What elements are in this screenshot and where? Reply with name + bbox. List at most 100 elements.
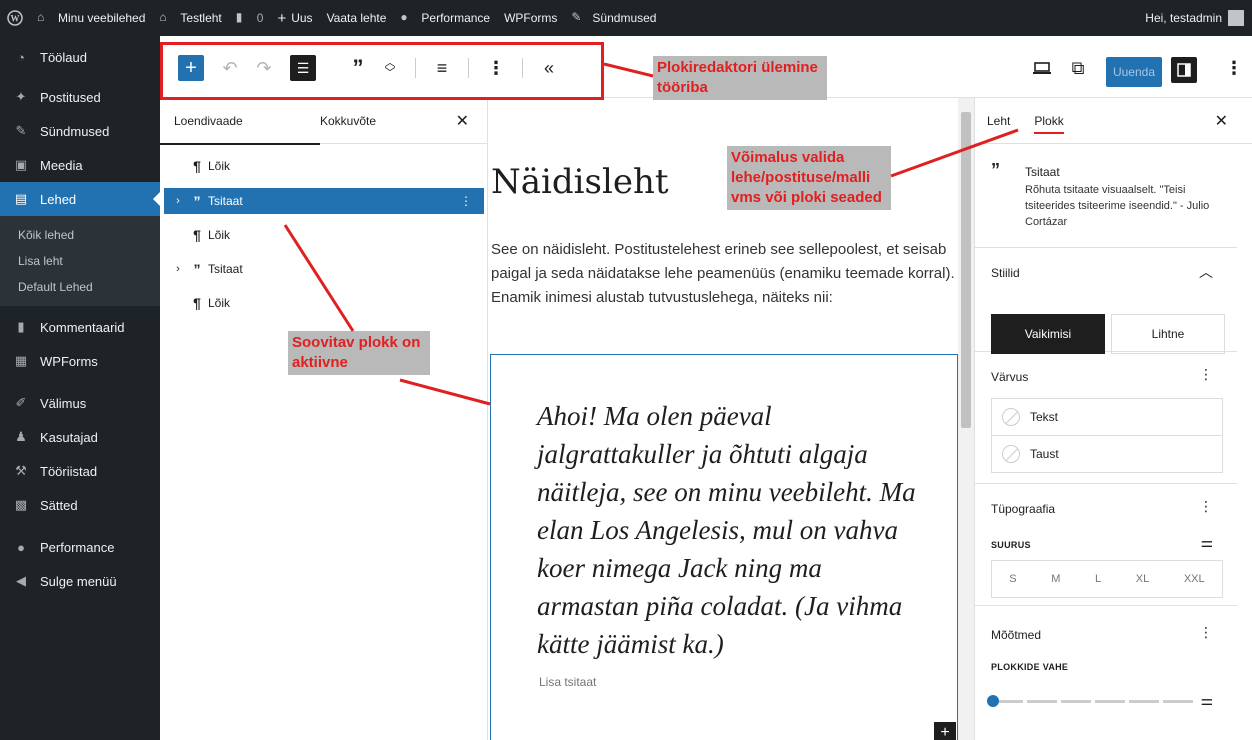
comments-count: 0 [256,11,264,25]
submenu-default-pages[interactable]: Default Lehed [0,274,160,300]
list-item-active[interactable]: › ” Tsitaat ⋮ [164,188,484,214]
more-vertical-icon[interactable]: ⋮ [1199,498,1213,515]
size-option[interactable]: M [1051,573,1060,585]
more-vertical-icon[interactable]: ⋮ [460,194,472,208]
redo-button[interactable]: ↷ [250,56,278,80]
block-inserter-button[interactable]: + [178,55,204,81]
typography-title: Tüpograafia [991,502,1056,516]
wordpress-logo[interactable]: W [0,0,30,36]
close-icon[interactable]: ✕ [456,111,469,131]
update-button[interactable]: Uuenda [1106,57,1162,87]
close-icon[interactable]: ✕ [1215,111,1228,131]
tab-block[interactable]: Plokk [1022,98,1075,144]
citation-input[interactable]: Lisa tsitaat [539,675,596,689]
spacing-slider-track[interactable] [993,700,1193,703]
list-item[interactable]: › ” Tsitaat [164,256,484,282]
settings-panel-toggle[interactable] [1171,57,1197,83]
tab-page[interactable]: Leht [975,98,1022,144]
quote-block[interactable]: Ahoi! Ma olen päeval jalgrattakuller ja … [490,354,958,740]
sidebar-item-performance[interactable]: ● Performance [0,530,160,564]
desktop-icon [1033,62,1051,74]
sidebar-item-comments[interactable]: ▮ Kommentaarid [0,310,160,344]
preview-button[interactable] [1028,56,1056,80]
more-vertical-icon[interactable]: ⋮ [1199,366,1213,383]
sidebar-item-wpforms[interactable]: ▦ WPForms [0,344,160,378]
wpforms-link[interactable]: WPForms [497,0,564,36]
sidebar-item-posts[interactable]: ✦ Postitused [0,80,160,114]
brush-icon: ✐ [15,395,27,410]
settings-sliders-icon[interactable]: ⚌ [1200,692,1213,709]
sidebar-item-events[interactable]: ✎ Sündmused [0,114,160,148]
sidebar-item-settings[interactable]: ▩ Sätted [0,488,160,522]
new-link[interactable]: + Uus [270,0,319,36]
site-name-link[interactable]: ⌂ Minu veebilehed [30,0,152,36]
style-plain-button[interactable]: Lihtne [1111,314,1225,354]
list-item[interactable]: ¶ Lõik [164,153,484,179]
more-vertical-icon[interactable]: ⋮ [1199,624,1213,641]
sidebar-item-tools[interactable]: ⚒ Tööriistad [0,454,160,488]
quote-text[interactable]: Ahoi! Ma olen päeval jalgrattakuller ja … [537,397,917,663]
typography-panel: Tüpograafia ⋮ SUURUS ⚌ S M L XL XXL [975,484,1237,606]
size-option[interactable]: L [1095,573,1101,585]
forms-icon: ▦ [14,353,28,368]
list-view-button[interactable]: ☰ [290,55,316,81]
account-menu[interactable]: Hei, testadmin [1145,10,1252,26]
view-external-button[interactable]: ⧉ [1064,56,1092,80]
sidebar-item-users[interactable]: ♟ Kasutajad [0,420,160,454]
options-button[interactable]: ⋮ [482,56,510,80]
submenu-all-pages[interactable]: Kõik lehed [0,222,160,248]
submenu-add-page[interactable]: Lisa leht [0,248,160,274]
annotation-active-label: Soovitav plokk on aktiivne [288,331,430,375]
color-swatch [1002,408,1020,426]
sidebar-item-media[interactable]: ▣ Meedia [0,148,160,182]
sidebar-item-dashboard[interactable]: ◔ Töölaud [0,40,160,74]
quote-block-button[interactable]: ” [344,55,372,80]
color-title: Värvus [991,370,1029,384]
chevron-right-icon: › [176,195,180,207]
chevron-up-icon[interactable]: ︿ [1199,262,1213,282]
annotation-toolbar-label: Plokiredaktori ülemine tööriba [653,56,827,100]
undo-button[interactable]: ↶ [216,56,244,80]
spacing-slider-thumb[interactable] [987,695,999,707]
move-block-button[interactable]: ︿ ﹀ [376,56,404,80]
tab-outline[interactable]: Kokkuvõte [300,98,440,144]
size-option[interactable]: S [1009,573,1016,585]
editor-options-button[interactable]: ⋮ [1220,56,1248,80]
list-item[interactable]: ¶ Lõik [164,222,484,248]
hide-toolbar-button[interactable]: « [535,56,563,80]
canvas-scrollbar[interactable] [958,98,974,740]
style-default-button[interactable]: Vaikimisi [991,314,1105,354]
page-title[interactable]: Näidisleht [491,162,669,202]
tab-list-view[interactable]: Loendivaade [160,98,320,145]
comments-link[interactable]: ▮ 0 [229,0,271,36]
performance-link[interactable]: ● Performance [393,0,497,36]
list-item[interactable]: ¶ Lõik [164,290,484,316]
sidebar-item-pages[interactable]: ▤ Lehed [0,182,161,216]
size-option[interactable]: XL [1136,573,1149,585]
block-name: Tsitaat [1025,165,1060,179]
block-appender-button[interactable]: + [934,722,956,740]
events-link[interactable]: ✎ Sündmused [564,0,663,36]
view-page-link[interactable]: Vaata lehte [320,0,394,36]
page-name: Testleht [180,11,222,25]
more-vertical-icon: ⋮ [487,57,505,78]
dashboard-icon: ◔ [17,49,25,65]
background-color-control[interactable]: Taust [991,435,1223,473]
settings-sliders-icon[interactable]: ⚌ [1200,534,1213,551]
site-name: Minu veebilehed [58,11,146,25]
plus-icon: + [940,724,950,740]
list-view-panel: Loendivaade Kokkuvõte ✕ ¶ Lõik › ” Tsita… [160,98,488,740]
sidebar-item-appearance[interactable]: ✐ Välimus [0,386,160,420]
wpforms-label: WPForms [504,11,558,25]
list-view-tabs: Loendivaade Kokkuvõte ✕ [160,98,487,145]
paragraph-icon: ¶ [193,295,201,311]
sidebar-collapse[interactable]: ◀ Sulge menüü [0,564,160,598]
sidebar-toggle-icon [1177,63,1191,77]
align-button[interactable]: ≡ [428,56,456,80]
page-link[interactable]: ⌂ Testleht [152,0,228,36]
size-option[interactable]: XXL [1184,573,1205,585]
paragraph-block[interactable]: See on näidisleht. Postitustelehest erin… [491,238,956,310]
text-color-control[interactable]: Tekst [991,398,1223,436]
double-chevron-left-icon: « [543,57,554,78]
scroll-thumb[interactable] [961,112,971,428]
